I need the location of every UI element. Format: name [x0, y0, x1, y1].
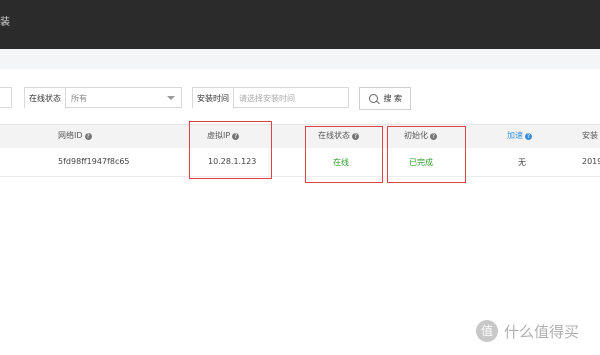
col-install: 安装 — [582, 131, 598, 140]
install-time-filter[interactable]: 安装时间 请选择安装时间 — [192, 87, 349, 109]
watermark-logo-icon: 值 — [476, 320, 498, 342]
table-row[interactable]: 5fd98ff1947f8c65 10.28.1.123 在线 已完成 无 20… — [0, 148, 600, 177]
help-icon[interactable]: ? — [525, 133, 532, 140]
help-icon[interactable]: ? — [84, 133, 92, 140]
search-icon — [369, 94, 378, 103]
table-header: 网络ID? 虚拟IP? 在线状态? 初始化? 加速? 安装 — [0, 124, 600, 149]
search-button[interactable]: 搜 索 — [359, 87, 411, 110]
top-bar: 装 — [0, 0, 600, 49]
watermark: 值 什么值得买 — [476, 320, 579, 344]
cell-install: 2019 — [582, 157, 600, 166]
col-network-id: 网络ID? — [58, 131, 92, 140]
content-panel — [0, 69, 600, 355]
highlight-box-virtual-ip — [189, 121, 272, 179]
chevron-down-icon[interactable] — [167, 96, 175, 100]
cell-network-id: 5fd98ff1947f8c65 — [58, 157, 130, 166]
col-accelerate[interactable]: 加速? — [507, 130, 532, 141]
watermark-text: 什么值得买 — [504, 323, 580, 341]
highlight-box-online-status — [305, 126, 383, 183]
online-status-filter-value: 所有 — [71, 94, 87, 103]
partial-filter-input[interactable] — [0, 87, 12, 108]
install-time-placeholder[interactable]: 请选择安装时间 — [239, 88, 295, 109]
search-button-label: 搜 索 — [383, 94, 402, 103]
install-time-filter-label: 安装时间 — [193, 88, 234, 109]
highlight-box-init — [387, 126, 466, 183]
online-status-filter-label: 在线状态 — [25, 88, 66, 109]
cell-accelerate: 无 — [518, 158, 526, 167]
online-status-filter[interactable]: 在线状态 所有 — [24, 87, 182, 109]
page-title: 装 — [0, 17, 10, 28]
